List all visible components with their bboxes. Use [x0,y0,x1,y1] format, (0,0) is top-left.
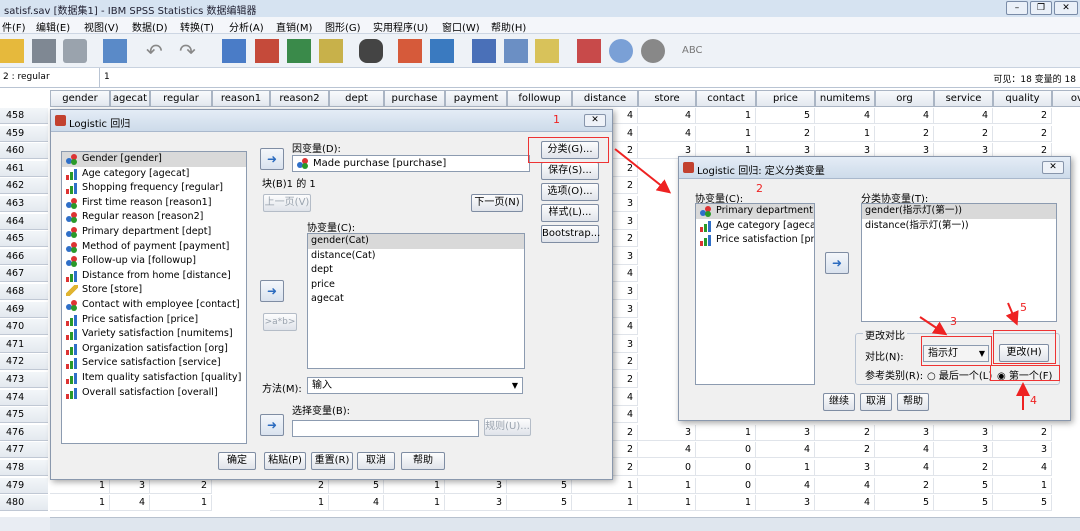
annotation-arrows [614,148,1030,410]
arrow-change [1005,302,1019,326]
arrow-contrast [919,316,948,336]
arrow-categorical [614,148,672,194]
